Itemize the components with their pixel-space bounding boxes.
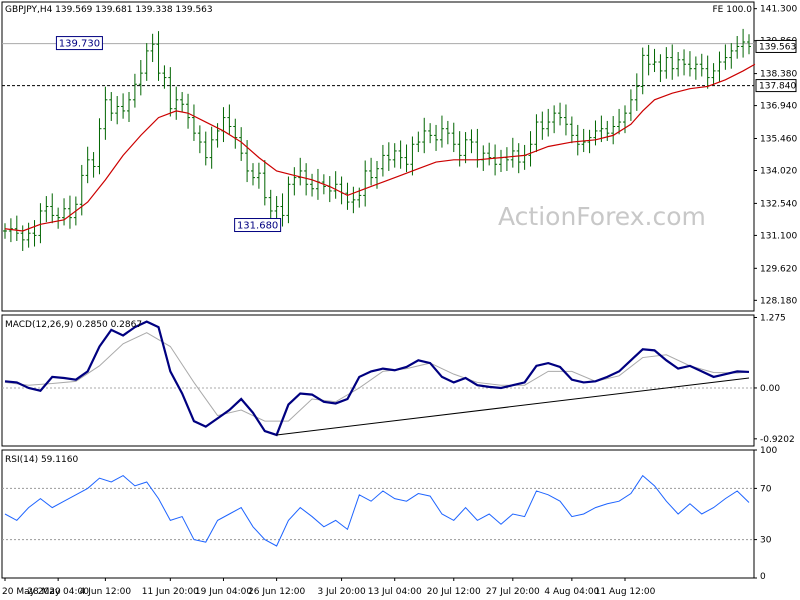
- chart-svg: ActionForex.com 141.300139.860138.380136…: [0, 0, 800, 600]
- price-y-tick-label: 128.180: [760, 296, 797, 306]
- rsi-panel-title: RSI(14) 59.1160: [5, 455, 78, 465]
- rsi-y-tick-label: 70: [760, 484, 772, 494]
- x-axis-tick-label: 13 Jul 04:00: [368, 587, 422, 597]
- price-y-tick-label: 131.100: [760, 231, 797, 241]
- watermark: ActionForex.com: [498, 202, 706, 231]
- price-y-tick-label: 141.300: [760, 5, 797, 15]
- x-axis-tick-label: 27 Jul 20:00: [486, 587, 540, 597]
- x-axis-tick-label: 20 Jul 12:00: [427, 587, 481, 597]
- rsi-y-tick-label: 100: [760, 446, 777, 456]
- price-y-tick-label: 132.540: [760, 199, 797, 209]
- price-y-tick-label: 135.460: [760, 134, 797, 144]
- macd-y-tick-label: 0.00: [760, 384, 780, 394]
- price-y-tick-label: 129.620: [760, 264, 797, 274]
- price-y-tick-label: 138.380: [760, 70, 797, 80]
- price-panel-title: GBPJPY,H4 139.569 139.681 139.338 139.56…: [5, 5, 213, 15]
- x-axis-tick-label: 4 Jun 12:00: [80, 587, 132, 597]
- price-y-tick-label: 134.020: [760, 167, 797, 177]
- x-axis-tick-label: 26 Jun 12:00: [248, 587, 305, 597]
- price-y-tick-label: 136.940: [760, 102, 797, 112]
- x-axis-tick-label: 11 Aug 12:00: [595, 587, 656, 597]
- macd-y-tick-label: -0.9202: [760, 435, 795, 445]
- x-axis-tick-label: 3 Jul 20:00: [317, 587, 366, 597]
- x-axis-tick-label: 4 Aug 04:00: [544, 587, 599, 597]
- x-axis-tick-label: 11 Jun 20:00: [142, 587, 199, 597]
- current-price-tag-label: 139.563: [759, 42, 796, 52]
- price-annotation-label: 139.730: [59, 39, 100, 50]
- chart-background: [0, 0, 800, 600]
- rsi-y-tick-label: 30: [760, 536, 772, 546]
- price-level-tag-label: 137.840: [759, 82, 796, 92]
- x-axis-tick-label: 19 Jun 04:00: [195, 587, 252, 597]
- price-corner-label: FE 100.0: [713, 5, 753, 15]
- price-annotation-label: 131.680: [237, 221, 278, 232]
- macd-y-tick-label: 1.275: [760, 313, 786, 323]
- macd-panel-title: MACD(12,26,9) 0.2850 0.2867: [5, 320, 142, 330]
- rsi-y-tick-label: 0: [760, 572, 766, 582]
- chart-root: ActionForex.com 141.300139.860138.380136…: [0, 0, 800, 600]
